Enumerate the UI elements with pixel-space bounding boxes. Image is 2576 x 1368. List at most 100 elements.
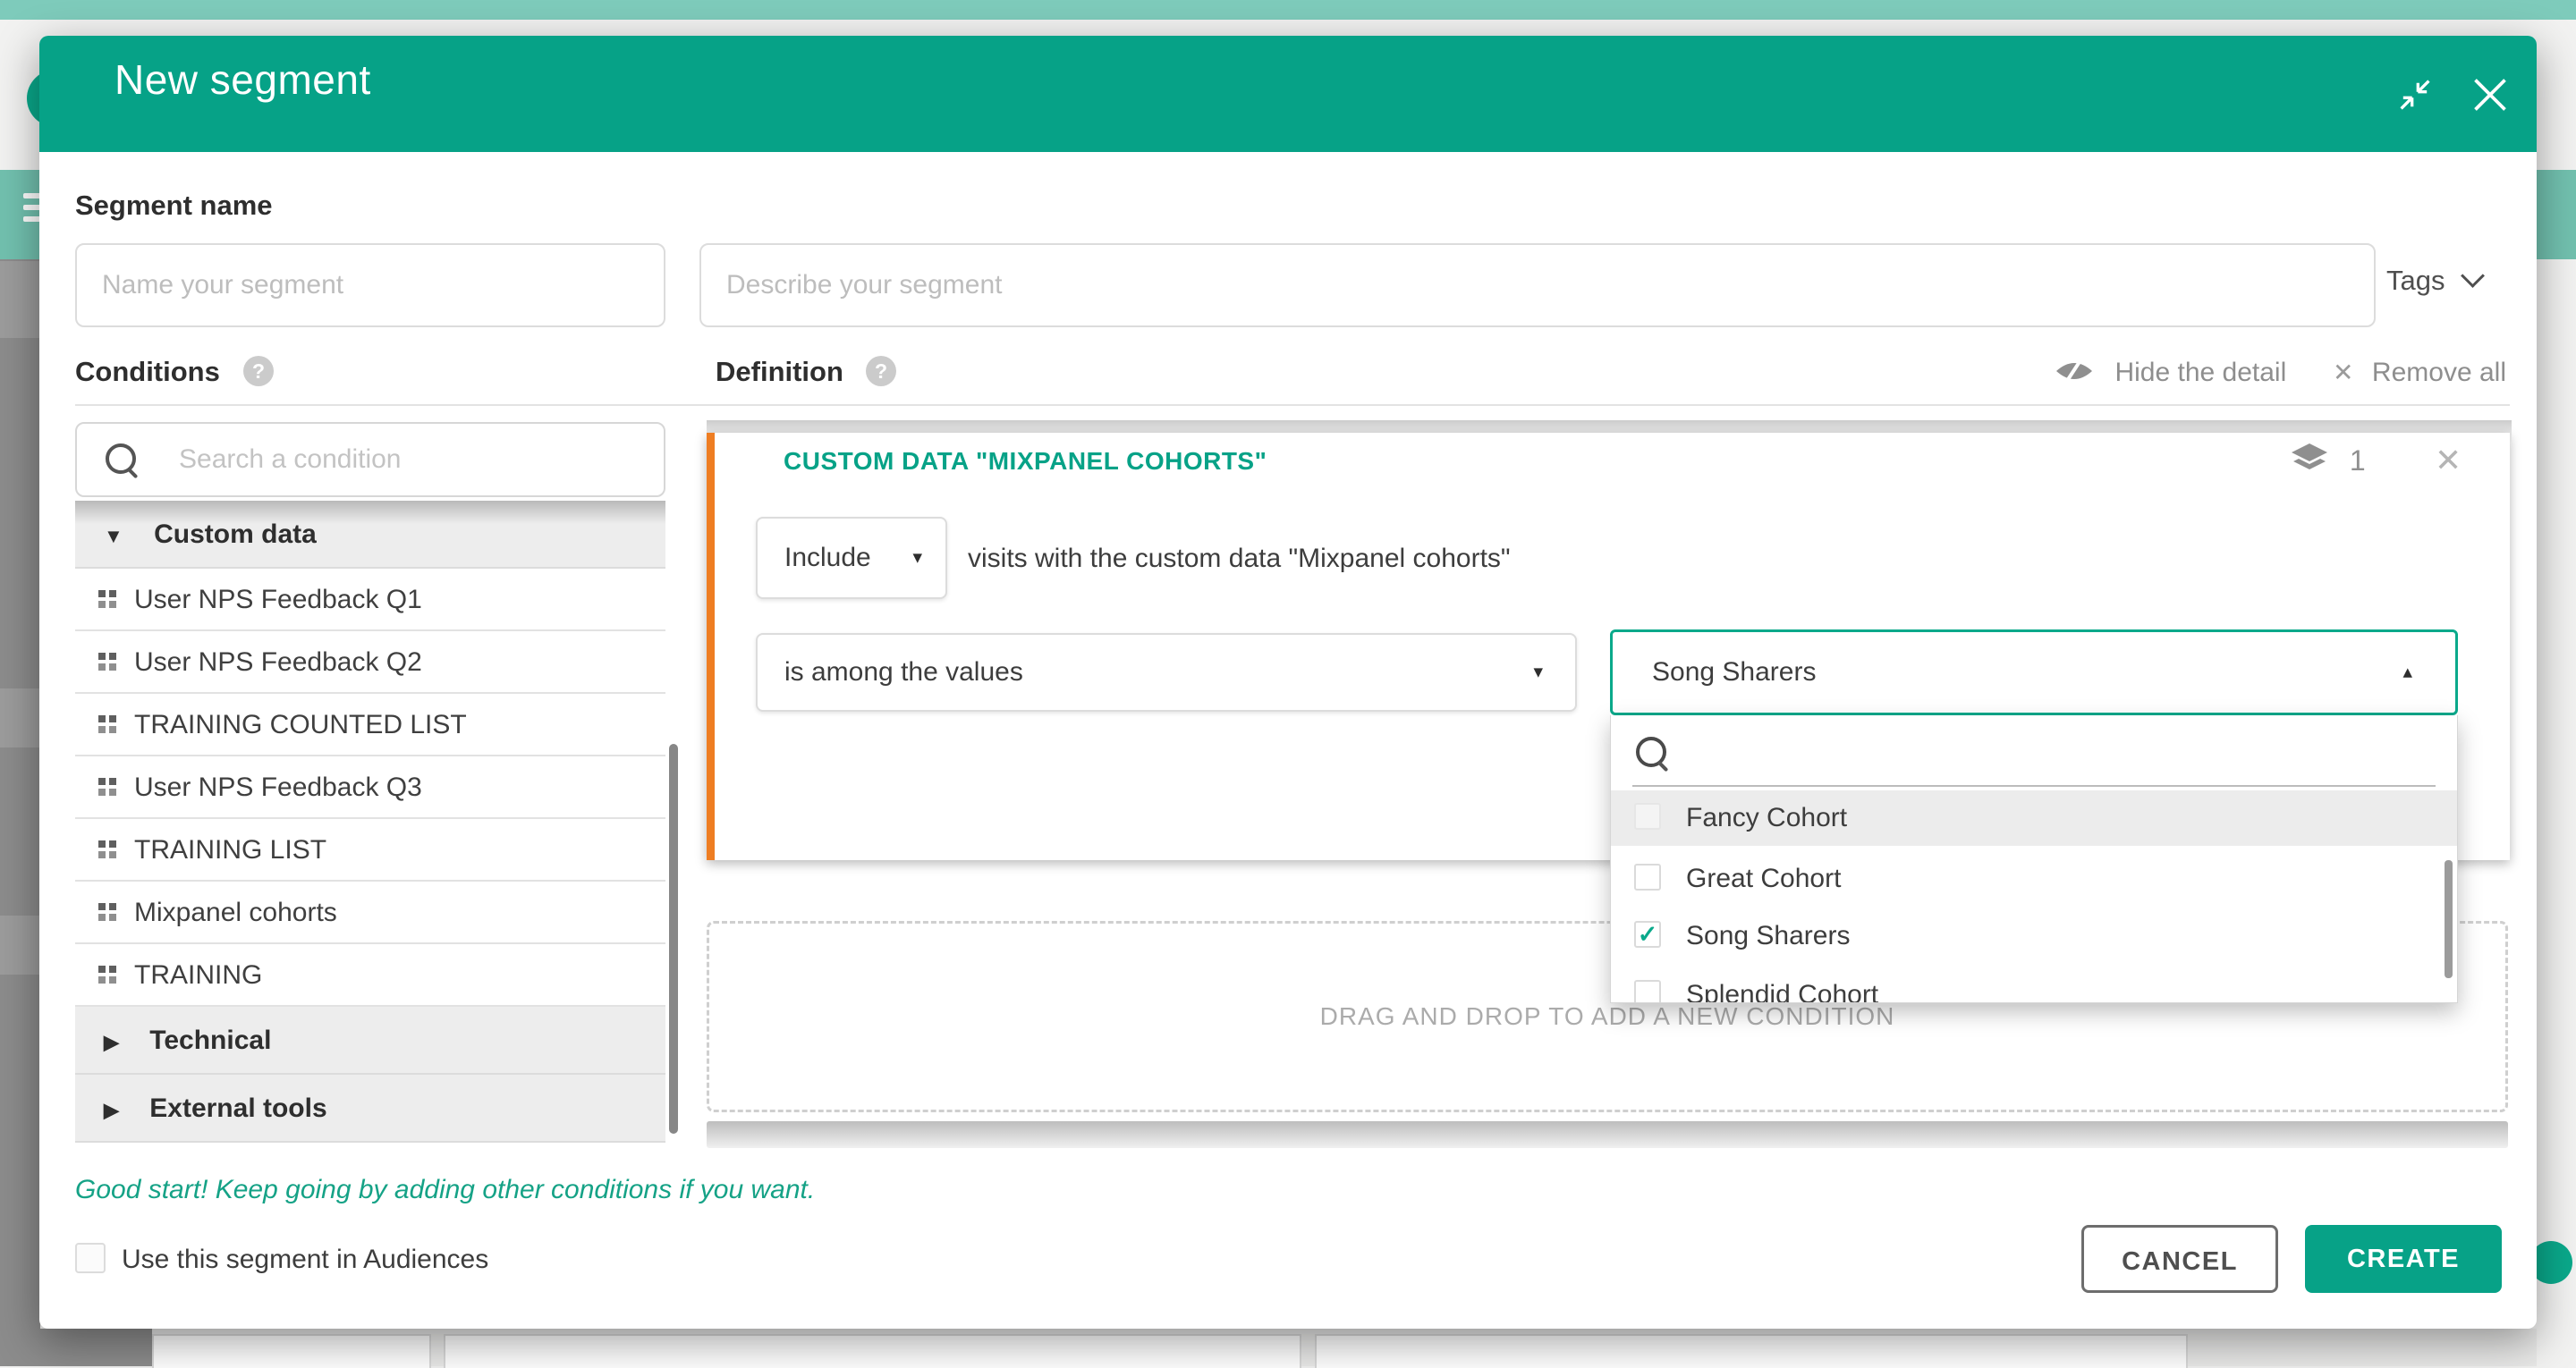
tags-dropdown[interactable]: Tags [2386, 265, 2521, 304]
caret-up-icon: ▴ [2402, 632, 2412, 713]
group-external-tools[interactable]: ▶ External tools [75, 1075, 665, 1143]
caret-down-icon: ▾ [912, 519, 922, 597]
condition-search-input[interactable] [177, 443, 628, 476]
group-label: Technical [149, 1026, 271, 1055]
layers-icon [2290, 442, 2329, 477]
caret-down-icon: ▼ [104, 525, 123, 547]
condition-close-icon[interactable]: ✕ [2435, 442, 2462, 479]
condition-item[interactable]: TRAINING LIST [75, 819, 665, 882]
hide-detail-label: Hide the detail [2114, 358, 2286, 387]
condition-item[interactable]: TRAINING [75, 944, 665, 1007]
check-icon: ✓ [1638, 921, 1658, 948]
eye-slash-icon [2054, 356, 2095, 386]
condition-item[interactable]: Mixpanel cohorts [75, 882, 665, 944]
group-label: External tools [149, 1094, 326, 1123]
tags-label: Tags [2386, 265, 2445, 296]
collapse-icon[interactable] [2395, 75, 2435, 114]
background-card [1315, 1334, 2188, 1368]
collapse-icon-svg [2395, 75, 2435, 114]
checkbox-unchecked[interactable] [1634, 864, 1661, 891]
caret-right-icon: ▶ [104, 1031, 119, 1053]
dropdown-search-input[interactable] [1690, 735, 2391, 767]
dropdown-option[interactable]: Fancy Cohort [1611, 790, 2457, 846]
layer-count-button[interactable]: 1 [2290, 442, 2388, 485]
drag-handle-icon[interactable] [98, 840, 116, 860]
checkbox-checked[interactable]: ✓ [1634, 921, 1661, 948]
dropdown-option[interactable]: Great Cohort [1611, 851, 2457, 907]
operator-label: is among the values [784, 657, 1023, 687]
group-label: Custom data [154, 519, 317, 549]
background-card [444, 1334, 1301, 1368]
background-row [0, 261, 40, 338]
hide-detail-button[interactable]: Hide the detail [2054, 356, 2286, 388]
drag-handle-icon[interactable] [98, 715, 116, 735]
background-row [0, 688, 40, 747]
encouragement-hint: Good start! Keep going by adding other c… [75, 1175, 815, 1205]
system-top-bar [0, 0, 2576, 20]
drag-handle-icon[interactable] [98, 903, 116, 923]
drag-handle-icon[interactable] [98, 590, 116, 610]
close-icon-svg [2470, 75, 2510, 114]
background-card [152, 1334, 431, 1368]
modal-title: New segment [114, 55, 371, 104]
remove-all-label: Remove all [2372, 358, 2506, 387]
caret-right-icon: ▶ [104, 1099, 119, 1121]
dropdown-option[interactable]: ✓ Song Sharers [1611, 908, 2457, 964]
segment-name-label: Segment name [75, 190, 273, 222]
conditions-help-icon[interactable]: ? [243, 356, 274, 386]
background-row [0, 916, 40, 975]
segment-description-input[interactable] [699, 243, 2376, 327]
checkbox-unchecked[interactable] [1634, 980, 1661, 1003]
condition-item[interactable]: User NPS Feedback Q3 [75, 756, 665, 819]
caret-down-icon: ▾ [1533, 635, 1543, 710]
operator-select[interactable]: is among the values ▾ [756, 633, 1577, 712]
condition-item-label: TRAINING LIST [134, 835, 326, 865]
create-button[interactable]: CREATE [2305, 1225, 2502, 1293]
definition-horizontal-scrollbar[interactable] [707, 1121, 2508, 1148]
add-drop-hint: DRAG AND DROP TO ADD A NEW CONDITION [1320, 1002, 1895, 1031]
divider [75, 404, 2510, 406]
value-select[interactable]: Song Sharers ▴ [1610, 629, 2458, 715]
include-label: Include [784, 543, 871, 572]
option-label: Song Sharers [1686, 921, 1850, 951]
audiences-label: Use this segment in Audiences [122, 1245, 488, 1275]
condition-item[interactable]: TRAINING COUNTED LIST [75, 694, 665, 756]
option-label: Splendid Cohort [1686, 980, 1878, 1003]
remove-all-x-icon: ✕ [2333, 359, 2353, 386]
definition-title: Definition [716, 356, 843, 388]
conditions-title: Conditions [75, 356, 220, 388]
background-dimmed-content [0, 259, 40, 1366]
condition-item[interactable]: User NPS Feedback Q1 [75, 569, 665, 631]
divider [1632, 785, 2436, 787]
checkbox-unchecked[interactable] [1634, 803, 1661, 830]
segment-name-input[interactable] [75, 243, 665, 327]
include-select[interactable]: Include ▾ [756, 517, 947, 599]
audiences-checkbox[interactable] [75, 1243, 106, 1273]
condition-item-label: User NPS Feedback Q2 [134, 647, 422, 677]
group-technical[interactable]: ▶ Technical [75, 1007, 665, 1075]
dropdown-option[interactable]: Splendid Cohort [1611, 967, 2457, 1003]
search-icon [106, 443, 136, 474]
option-label: Great Cohort [1686, 864, 1841, 894]
screen: New segment Segment name Tags Conditions… [0, 0, 2576, 1366]
drag-handle-icon[interactable] [98, 778, 116, 798]
condition-description: visits with the custom data "Mixpanel co… [968, 544, 1511, 574]
drag-handle-icon[interactable] [98, 653, 116, 672]
dropdown-scrollbar[interactable] [2445, 860, 2453, 978]
value-dropdown-panel: Fancy Cohort Great Cohort ✓ Song Sharers… [1610, 715, 2458, 1003]
background-content-right [2537, 259, 2576, 1366]
group-custom-data[interactable]: ▼ Custom data [75, 501, 665, 569]
remove-all-button[interactable]: ✕ Remove all [2333, 358, 2506, 388]
condition-item-label: TRAINING [134, 960, 262, 990]
conditions-list: ▼ Custom data User NPS Feedback Q1 User … [75, 501, 665, 1143]
condition-item-label: User NPS Feedback Q1 [134, 585, 422, 614]
cancel-button[interactable]: CANCEL [2081, 1225, 2278, 1293]
drag-handle-icon[interactable] [98, 966, 116, 985]
condition-card-title: CUSTOM DATA "MIXPANEL COHORTS" [784, 447, 1267, 476]
search-icon [1636, 737, 1666, 767]
chevron-down-icon [2462, 264, 2486, 288]
definition-help-icon[interactable]: ? [866, 356, 896, 386]
conditions-scrollbar[interactable] [669, 744, 678, 1134]
close-icon[interactable] [2470, 75, 2510, 114]
condition-item[interactable]: User NPS Feedback Q2 [75, 631, 665, 694]
